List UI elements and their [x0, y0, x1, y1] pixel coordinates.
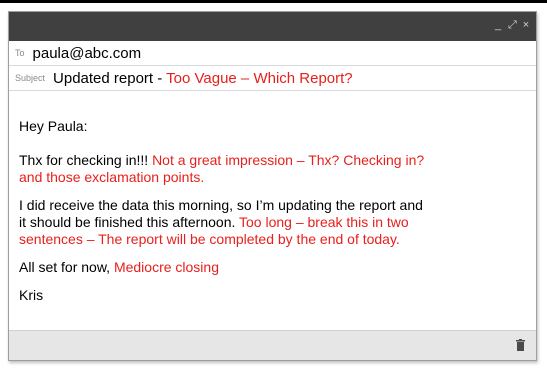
paragraph-3: All set for now, Mediocre closing: [19, 259, 429, 276]
subject-text: Updated report -: [53, 69, 167, 87]
greeting: Hey Paula:: [19, 118, 88, 134]
to-row[interactable]: To paula@abc.com: [9, 41, 536, 66]
paragraph-1: Thx for checking in!!! Not a great impre…: [19, 152, 429, 186]
paragraph-2: I did receive the data this morning, so …: [19, 197, 429, 248]
trash-icon[interactable]: [516, 339, 525, 351]
window-controls: _ ⤢ ×: [494, 19, 530, 31]
subject-critique: Too Vague – Which Report?: [166, 69, 353, 87]
paragraph-3-text: All set for now,: [19, 259, 114, 275]
to-field[interactable]: paula@abc.com: [33, 45, 142, 62]
subject-row[interactable]: Subject Updated report - Too Vague – Whi…: [9, 66, 536, 91]
close-icon[interactable]: ×: [522, 19, 530, 31]
subject-label: Subject: [15, 73, 46, 83]
expand-icon[interactable]: ⤢: [508, 19, 517, 31]
top-border-line: [0, 0, 547, 3]
compose-title-bar: _ ⤢ ×: [9, 12, 536, 41]
paragraph-1-text: Thx for checking in!!!: [19, 152, 153, 168]
subject-field[interactable]: Updated report - Too Vague – Which Repor…: [53, 70, 353, 87]
paragraph-3-critique: Mediocre closing: [113, 259, 219, 275]
minimize-icon[interactable]: _: [494, 19, 502, 31]
message-body[interactable]: Hey Paula: Thx for checking in!!! Not a …: [19, 94, 429, 304]
compose-footer: [9, 330, 536, 360]
signature: Kris: [19, 287, 44, 303]
compose-window: _ ⤢ × To paula@abc.com Subject Updated r…: [8, 11, 537, 361]
to-label: To: [15, 48, 25, 58]
